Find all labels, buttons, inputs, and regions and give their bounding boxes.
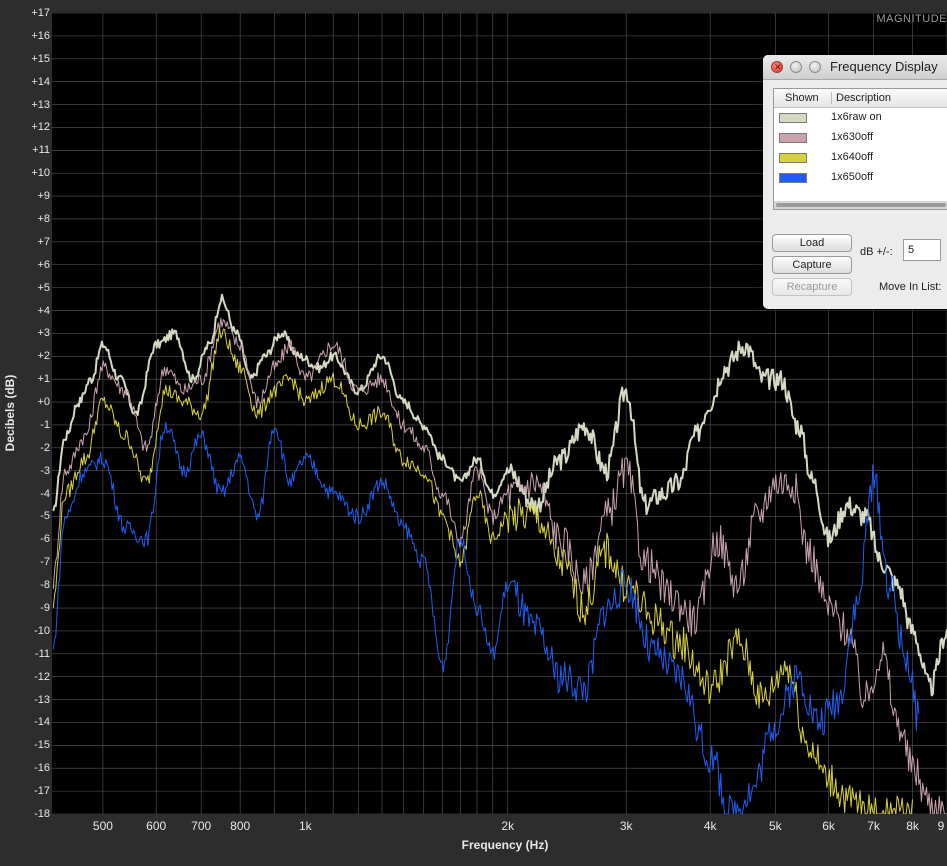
y-tick-label: +8 [37,212,50,225]
x-tick-label: 7k [867,819,880,833]
y-tick-label: -7 [40,556,50,569]
trace-description: 1x6raw on [831,111,882,123]
display-mode-label[interactable]: MAGNITUDE [877,13,947,25]
db-range-label: dB +/-: [860,246,893,258]
x-tick-label: 1k [298,819,312,833]
y-tick-label: +17 [31,7,50,19]
recapture-button[interactable]: Recapture [772,278,852,296]
trace-description: 1x630off [831,131,874,143]
x-axis-label: Frequency (Hz) [461,838,549,852]
trace-color-swatch[interactable] [779,173,807,183]
y-tick-label: +7 [37,235,50,248]
y-tick-label: +14 [31,75,50,88]
column-header-shown[interactable]: Shown [785,92,819,104]
y-tick-label: -4 [40,487,50,500]
trace-list-header: Shown Description [774,89,947,108]
x-tick-label: 9 [937,819,945,833]
close-icon: ✕ [774,62,782,72]
y-tick-label: +10 [31,167,50,180]
y-tick-label: +15 [31,52,50,65]
y-axis-label: Decibels (dB) [3,374,17,452]
db-range-input[interactable] [903,239,941,261]
y-tick-label: -13 [34,693,50,706]
y-tick-label: -10 [34,624,50,637]
horizontal-scrollbar[interactable] [774,201,947,209]
trace-color-swatch[interactable] [779,133,807,143]
y-tick-label: -18 [34,808,50,820]
trace-list-item[interactable]: 1x630off [774,129,947,149]
trace-list-item[interactable]: 1x650off [774,169,947,189]
y-tick-label: +16 [31,29,50,42]
series-line-1x6raw-on [52,293,947,697]
move-in-list-label: Move In List: [879,281,942,293]
y-tick-label: -9 [40,602,50,615]
trace-description: 1x650off [831,171,874,183]
x-tick-label: 2k [501,819,515,833]
zoom-button[interactable] [809,61,821,73]
x-tick-label: 5k [769,819,782,833]
scrollbar-thumb[interactable] [776,203,946,207]
y-tick-label: +3 [37,327,50,340]
analyzer-app: +17 +16 +15 +14 +13 +12 +11 +10 +9 +8 +7 +6 +5 +4 +3 +2… [0,0,947,866]
trace-color-swatch[interactable] [779,113,807,123]
x-tick-label: 800 [230,819,251,833]
y-tick-label: -15 [34,739,50,752]
trace-color-swatch[interactable] [779,153,807,163]
load-button[interactable]: Load [772,234,852,252]
y-tick-label: -12 [34,670,50,683]
frequency-display-window[interactable]: ✕ Frequency Display Shown Description 1x… [763,55,947,309]
trace-description: 1x640off [831,151,874,163]
series-line-1x630off [52,317,947,814]
x-tick-label: 6k [822,819,835,833]
y-tick-label: +6 [37,258,50,271]
y-tick-label: +12 [31,121,50,134]
trace-list[interactable]: Shown Description 1x6raw on 1x630off 1x640… [773,88,947,210]
x-tick-label: 4k [703,819,717,833]
x-tick-label: 700 [191,819,212,833]
y-tick-label: -6 [40,533,50,546]
window-title: Frequency Display [830,59,938,74]
y-tick-label: +5 [37,281,50,294]
y-tick-label: +11 [32,144,50,157]
trace-list-item[interactable]: 1x6raw on [774,109,947,129]
y-tick-label: +13 [31,98,50,111]
column-header-description[interactable]: Description [831,92,891,104]
series-line-1x640off [52,327,913,814]
y-tick-label: -11 [34,647,50,660]
window-titlebar[interactable]: ✕ Frequency Display [763,55,947,80]
y-tick-label: -14 [34,716,50,729]
capture-button[interactable]: Capture [772,256,852,274]
series-line-1x650off [52,421,920,814]
x-tick-label: 500 [92,819,113,833]
y-tick-label: -8 [40,579,50,592]
y-tick-label: +9 [37,190,50,203]
y-tick-label: -5 [40,510,50,523]
minimize-button[interactable] [790,61,802,73]
y-tick-label: -17 [34,785,50,798]
y-tick-label: -16 [34,762,50,775]
x-tick-label: 600 [146,819,167,833]
trace-list-item[interactable]: 1x640off [774,149,947,169]
y-tick-label: +4 [37,304,50,317]
x-tick-label: 3k [619,819,633,833]
x-tick-label: 8k [906,819,919,833]
close-button[interactable]: ✕ [771,61,783,73]
